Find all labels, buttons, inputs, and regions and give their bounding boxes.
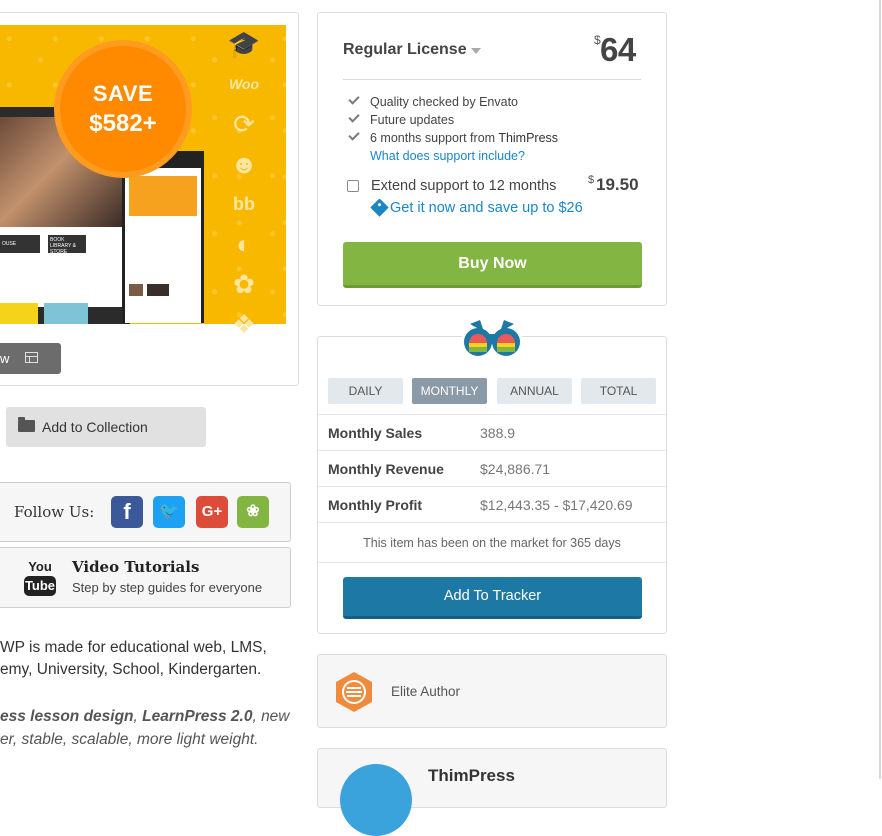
item-description: WP is made for educational web, LMS, emy… <box>0 637 290 681</box>
stats-label: Monthly Profit <box>328 497 423 513</box>
sales-stats-panel: DAILY MONTHLY ANNUAL TOTAL Monthly Sales… <box>317 336 667 634</box>
live-preview-label: w <box>0 351 10 366</box>
tablet-thumb <box>147 284 169 296</box>
tracker-section: Add To Tracker <box>318 562 666 634</box>
stats-value: 388.9 <box>480 425 516 441</box>
tab-monthly[interactable]: MONTHLY <box>412 378 487 404</box>
stats-period-tabs: DAILY MONTHLY ANNUAL TOTAL <box>328 378 658 404</box>
highlight-text: , new <box>252 708 290 725</box>
extend-support-price: 19.50 <box>596 175 639 194</box>
tab-daily[interactable]: DAILY <box>328 378 403 404</box>
add-to-collection-label: Add to Collection <box>42 419 148 435</box>
license-price: 64 <box>600 31 636 68</box>
stats-label: Monthly Sales <box>328 425 423 441</box>
tab-annual[interactable]: ANNUAL <box>497 378 572 404</box>
youtube-logo-top: You <box>28 559 52 574</box>
facebook-icon[interactable]: f <box>111 496 143 528</box>
caret-down-icon[interactable] <box>471 48 481 54</box>
tablet-mockup <box>122 151 204 323</box>
video-tutorials-subtitle: Step by step guides for everyone <box>72 580 263 595</box>
item-highlights: ess lesson design, LearnPress 2.0, new e… <box>0 705 296 751</box>
folder-icon <box>18 417 35 432</box>
save-offer-link[interactable]: Get it now and save up to $26 <box>390 200 583 216</box>
feature-text: Future updates <box>370 113 455 127</box>
avatar[interactable] <box>340 764 412 836</box>
extend-support-checkbox[interactable] <box>347 180 359 192</box>
envato-icon[interactable]: ❀ <box>237 496 269 528</box>
woo-icon: Woo <box>228 76 260 92</box>
tag-icon <box>370 198 389 217</box>
buddy-icon: ◐ <box>236 229 252 259</box>
feature-text: Quality checked by Envato <box>370 95 518 109</box>
stats-row: Monthly Sales 388.9 <box>318 414 666 450</box>
laptop-screen-tile <box>0 303 38 324</box>
laptop-screen-bar: BOOK LIBRARY & STORE <box>48 235 86 255</box>
layout-icon <box>25 352 38 363</box>
binoculars-icon <box>462 316 522 360</box>
stats-value: $12,443.35 - $17,420.69 <box>480 497 633 513</box>
highlight-line: er, stable, scalable, more light weight. <box>0 731 259 748</box>
video-tutorials-link[interactable]: You Tube Video Tutorials Step by step gu… <box>0 547 291 608</box>
support-info-link[interactable]: What does support include? <box>370 149 525 163</box>
add-to-tracker-button[interactable]: Add To Tracker <box>343 577 642 619</box>
description-line: emy, University, School, Kindergarten. <box>0 661 262 678</box>
tablet-hero <box>129 176 197 216</box>
check-icon <box>348 132 359 140</box>
author-profile-card: ThimPress <box>317 748 667 836</box>
user-circle-icon: ☻ <box>230 149 258 179</box>
author-profile-name[interactable]: ThimPress <box>428 766 515 786</box>
laptop-screen-bar: OUSE <box>0 235 40 253</box>
author-name: ThimPress <box>498 131 559 145</box>
author-badge-panel: Elite Author <box>317 654 667 728</box>
stats-row: Monthly Revenue $24,886.71 <box>318 450 666 486</box>
extend-support-label[interactable]: Extend support to 12 months <box>371 178 556 194</box>
stats-row: Monthly Profit $12,443.35 - $17,420.69 <box>318 486 666 522</box>
feature-text-part: 6 months support from <box>370 131 499 145</box>
license-selector[interactable]: Regular License <box>343 41 467 59</box>
purchase-panel: Regular License $ 64 Quality checked by … <box>317 12 667 306</box>
live-preview-button[interactable]: w <box>0 343 61 374</box>
feature-icons: 🎓 Woo ⟳ ☻ bb ◐ ✿ ❖ <box>226 28 266 348</box>
twitter-icon[interactable]: 🐦 <box>153 496 185 528</box>
youtube-logo-bottom: Tube <box>24 576 56 596</box>
follow-us-label: Follow Us: <box>14 503 95 521</box>
check-icon <box>348 96 359 104</box>
divider <box>343 79 641 80</box>
video-tutorials-title: Video Tutorials <box>72 558 200 576</box>
feature-text: 6 months support from ThimPress <box>370 131 558 145</box>
highlight-separator: , <box>133 708 143 725</box>
market-age-note: This item has been on the market for 365… <box>318 522 666 562</box>
laptop-screen-tile <box>44 303 88 324</box>
highlight-line: ess lesson design, LearnPress 2.0, new <box>0 705 296 728</box>
save-badge-title: SAVE <box>92 81 154 106</box>
check-icon <box>348 114 359 122</box>
elite-author-label: Elite Author <box>391 684 461 699</box>
save-badge: SAVE $582+ <box>60 46 186 172</box>
extend-price-currency: $ <box>588 174 595 186</box>
stats-label: Monthly Revenue <box>328 461 444 477</box>
description-line: WP is made for educational web, LMS, <box>0 639 267 656</box>
buy-now-button[interactable]: Buy Now <box>343 242 642 288</box>
tab-total[interactable]: TOTAL <box>581 378 656 404</box>
highlight-strong: LearnPress 2.0 <box>142 708 253 725</box>
save-badge-amount: $582+ <box>89 110 157 137</box>
graduation-cap-icon: 🎓 <box>227 29 261 59</box>
puzzle-icon: ❖ <box>232 309 256 339</box>
refresh-icon: ⟳ <box>233 109 255 139</box>
laptop-bar-text: BOOK LIBRARY & STORE <box>50 237 76 255</box>
certificate-icon: ✿ <box>233 269 255 299</box>
google-plus-icon[interactable]: G+ <box>196 496 228 528</box>
bbpress-icon: bb <box>233 194 255 214</box>
page-edge-divider <box>879 0 881 779</box>
elite-author-icon <box>336 672 372 712</box>
add-to-collection-button[interactable]: Add to Collection <box>6 407 206 447</box>
youtube-icon: You Tube <box>24 560 56 598</box>
highlight-strong: ess lesson design <box>0 708 134 725</box>
laptop-bar-text: OUSE <box>2 241 17 247</box>
tablet-thumb <box>129 284 143 296</box>
stats-value: $24,886.71 <box>480 461 551 477</box>
follow-us-panel: Follow Us: f 🐦 G+ ❀ <box>0 482 291 542</box>
